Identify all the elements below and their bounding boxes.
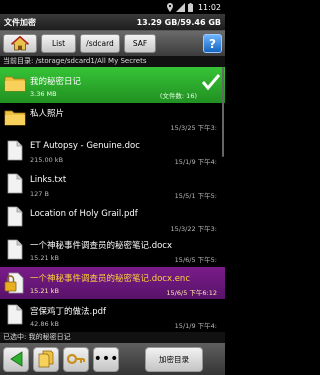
status-bar: 11:02 (0, 0, 225, 14)
more-dots-icon: ••• (93, 351, 119, 367)
multi-document-icon (38, 350, 54, 368)
document-icon (7, 140, 23, 161)
battery-icon (187, 2, 193, 12)
bottom-toolbar: ••• 加密目录 (0, 343, 225, 375)
folder-icon (4, 110, 26, 126)
file-name: Links.txt (30, 175, 67, 185)
toolbar: List /sdcard SAF ? (0, 31, 225, 56)
home-button[interactable] (3, 34, 37, 53)
lock-icon (4, 272, 24, 294)
file-date: 15/5/1 下午5: (174, 192, 217, 200)
file-size: 215.00 kB (30, 156, 64, 164)
document-icon (7, 173, 23, 194)
file-date: 15/3/25 下午3: (170, 124, 217, 132)
file-name: Location of Holy Grail.pdf (30, 209, 138, 219)
key-button[interactable] (63, 346, 89, 372)
list-view-button[interactable]: List (41, 34, 76, 53)
file-name: 一个神秘事件调查员的秘密笔记.docx (30, 241, 173, 251)
select-all-button[interactable] (33, 346, 59, 372)
file-name: 一个神秘事件调查员的秘密笔记.docx.enc (30, 274, 190, 284)
list-item[interactable]: ET Autopsy - Genuine.doc 215.00 kB 15/1/… (0, 135, 225, 168)
key-icon (67, 353, 85, 365)
location-icon (166, 2, 173, 12)
encrypt-folder-button[interactable]: 加密目录 (145, 346, 203, 372)
document-icon (7, 206, 23, 227)
document-icon (7, 304, 23, 325)
help-button[interactable]: ? (203, 34, 222, 53)
app-title: 文件加密 (4, 17, 36, 27)
saf-button[interactable]: SAF (124, 34, 156, 53)
file-size: 3.36 MB (30, 90, 57, 98)
more-button[interactable]: ••• (93, 346, 119, 372)
signal-icon (175, 2, 185, 12)
list-item[interactable]: 宫保鸡丁的做法.pdf 42.86 kB 15/1/9 下午4: (0, 299, 225, 332)
file-size: 127 B (30, 190, 49, 198)
file-name: 宫保鸡丁的做法.pdf (30, 307, 106, 317)
sdcard-button[interactable]: /sdcard (80, 34, 120, 53)
back-arrow-icon (10, 351, 23, 367)
file-size: 15.21 kB (30, 254, 59, 262)
file-date: 15/6/5 下午5: (174, 256, 217, 264)
folder-icon (4, 76, 26, 92)
current-path: 当前目录: /storage/sdcard1/All My Secrets (0, 56, 225, 67)
list-item[interactable]: 我的秘密日记 3.36 MB (文件数: 16) (0, 67, 225, 103)
back-button[interactable] (3, 346, 29, 372)
list-item[interactable]: Location of Holy Grail.pdf 15/3/22 下午3: (0, 201, 225, 234)
clock: 11:02 (197, 2, 221, 12)
home-icon (11, 36, 29, 51)
file-name: 私人照片 (30, 109, 65, 119)
title-bar: 文件加密 13.29 GB/59.46 GB (0, 14, 225, 31)
list-item[interactable]: 一个神秘事件调查员的秘密笔记.docx 15.21 kB 15/6/5 下午5: (0, 234, 225, 267)
file-size: 15.21 kB (30, 287, 59, 295)
scrollbar[interactable] (222, 67, 224, 157)
selection-status: 已选中: 我的秘密日记 (0, 332, 225, 343)
file-list: 我的秘密日记 3.36 MB (文件数: 16) 私人照片 15/3/25 下午… (0, 67, 225, 332)
file-name: 我的秘密日记 (30, 77, 82, 87)
list-item[interactable]: Links.txt 127 B 15/5/1 下午5: (0, 168, 225, 201)
file-name: ET Autopsy - Genuine.doc (30, 141, 140, 151)
file-count: (文件数: 16) (159, 92, 197, 100)
storage-usage: 13.29 GB/59.46 GB (136, 17, 221, 27)
list-item[interactable]: 一个神秘事件调查员的秘密笔记.docx.enc 15.21 kB 15/6/5 … (0, 267, 225, 299)
list-item[interactable]: 私人照片 15/3/25 下午3: (0, 103, 225, 135)
file-size: 42.86 kB (30, 320, 59, 328)
file-date: 15/1/9 下午4: (174, 158, 217, 166)
file-date: 15/3/22 下午3: (170, 225, 217, 233)
file-date: 15/6/5 下午6:12 (166, 289, 217, 297)
document-icon (7, 239, 23, 260)
file-date: 15/1/9 下午4: (174, 322, 217, 330)
check-icon (202, 74, 220, 90)
